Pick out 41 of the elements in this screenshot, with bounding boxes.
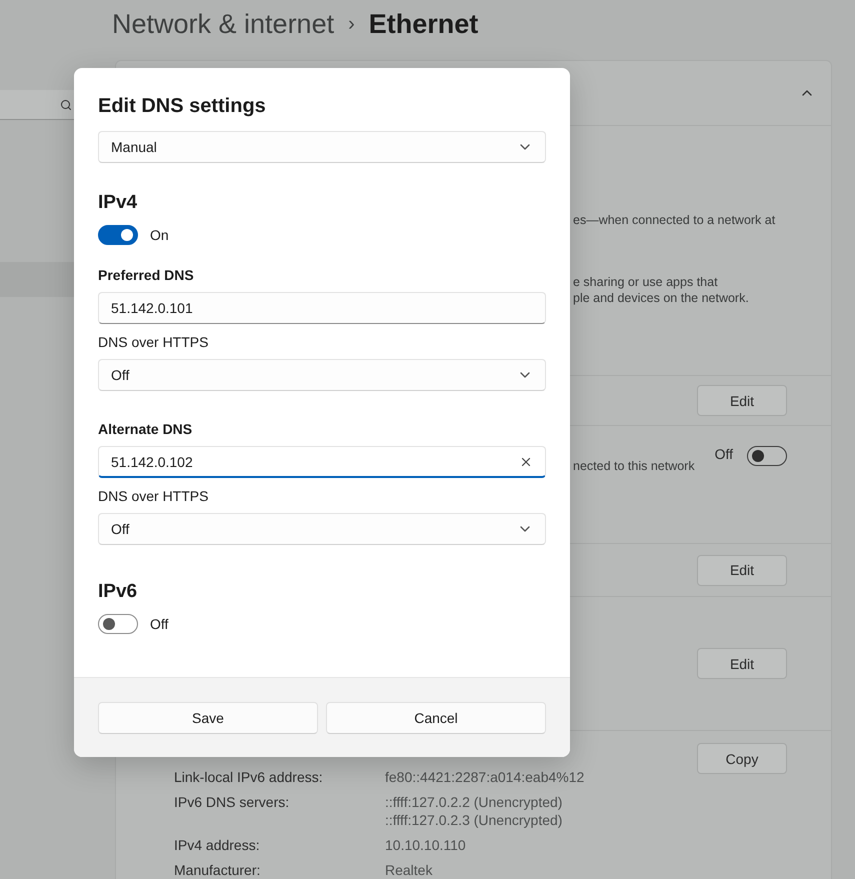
toggle-switch[interactable] — [98, 225, 138, 245]
field-label: DNS over HTTPS — [98, 487, 210, 506]
setting-description: nected to this network — [573, 459, 695, 473]
description-text: e sharing or use apps that ple and devices on the network. — [573, 274, 750, 306]
property-value: ::ffff:127.0.2.3 (Unencrypted) — [385, 811, 562, 829]
toggle-switch[interactable] — [98, 614, 138, 634]
copy-button[interactable]: Copy — [697, 743, 787, 774]
dialog-title: Edit DNS settings — [98, 94, 267, 119]
dns-mode-dropdown[interactable]: Manual — [98, 131, 546, 163]
property-value: fe80::4421:2287:a014:eab4%12 — [385, 768, 584, 786]
toggle-switch[interactable] — [747, 446, 787, 466]
edit-button[interactable]: Edit — [697, 648, 787, 679]
section-heading: IPv4 — [98, 191, 138, 215]
save-button[interactable]: Save — [98, 702, 318, 734]
search-field[interactable] — [0, 90, 75, 120]
toggle-label: Off — [714, 446, 733, 462]
property-value: 10.10.10.110 — [385, 836, 466, 854]
cancel-button[interactable]: Cancel — [326, 702, 546, 734]
property-value: ::ffff:127.0.2.2 (Unencrypted) — [385, 793, 562, 811]
section-heading: IPv6 — [98, 580, 138, 604]
field-label: DNS over HTTPS — [98, 333, 210, 352]
property-value: Realtek — [385, 861, 432, 879]
dns-input-field[interactable]: 51.142.0.102 — [98, 446, 546, 478]
property-name: IPv6 DNS servers: — [174, 793, 290, 812]
page-title: Ethernet — [368, 8, 478, 40]
dns-input-field[interactable]: 51.142.0.101 — [98, 292, 546, 324]
dns-over-https-dropdown[interactable]: Off — [98, 359, 546, 391]
edit-button[interactable]: Edit — [697, 554, 787, 586]
search-icon — [60, 98, 72, 110]
toggle-label: On — [150, 227, 169, 243]
edit-button[interactable]: Edit — [697, 385, 787, 416]
field-label: Alternate DNS — [98, 420, 194, 439]
property-name: IPv4 address: — [174, 836, 261, 854]
description-text: es—when connected to a network at — [573, 212, 776, 228]
property-name: Manufacturer: — [174, 861, 262, 879]
toggle-label: Off — [150, 616, 168, 632]
dns-over-https-dropdown[interactable]: Off — [98, 513, 546, 545]
breadcrumb-parent[interactable]: Network & internet — [112, 8, 334, 40]
breadcrumb-separator: › — [348, 12, 355, 36]
property-name: Link-local IPv6 address: — [174, 768, 324, 786]
field-label: Preferred DNS — [98, 266, 195, 285]
